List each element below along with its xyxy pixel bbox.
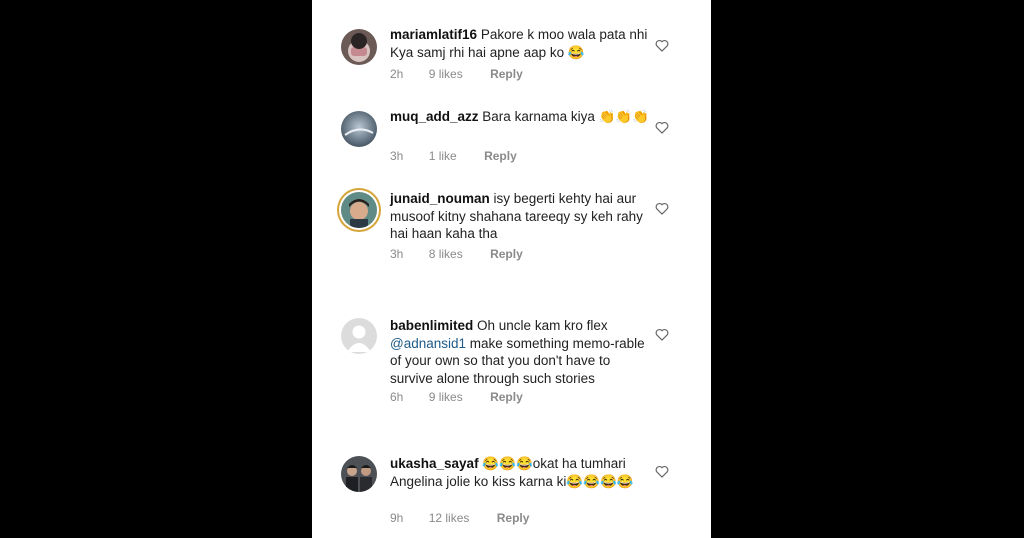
- comment-likes[interactable]: 12 likes: [429, 511, 470, 525]
- avatar[interactable]: [341, 29, 377, 65]
- comment-time: 3h: [390, 247, 404, 261]
- reply-button[interactable]: Reply: [490, 390, 523, 404]
- heart-icon[interactable]: [655, 465, 669, 478]
- heart-icon[interactable]: [655, 121, 669, 134]
- comment-meta: 9h 12 likes Reply: [390, 511, 529, 525]
- comment-text: mariamlatif16 Pakore k moo wala pata nhi…: [390, 26, 652, 61]
- comment-meta: 2h 9 likes Reply: [390, 67, 523, 81]
- comment-text: muq_add_azz Bara karnama kiya 👏👏👏: [390, 108, 652, 126]
- avatar[interactable]: [341, 111, 377, 147]
- heart-icon[interactable]: [655, 202, 669, 215]
- comment-likes[interactable]: 8 likes: [429, 247, 463, 261]
- reply-button[interactable]: Reply: [497, 511, 530, 525]
- reply-button[interactable]: Reply: [484, 149, 517, 163]
- comment-likes[interactable]: 9 likes: [429, 390, 463, 404]
- heart-icon[interactable]: [655, 39, 669, 52]
- comment-body: Bara karnama kiya 👏👏👏: [482, 109, 650, 124]
- avatar[interactable]: [341, 456, 377, 492]
- comment-likes[interactable]: 9 likes: [429, 67, 463, 81]
- comment-likes[interactable]: 1 like: [429, 149, 457, 163]
- comment-time: 3h: [390, 149, 404, 163]
- default-avatar-icon[interactable]: [341, 318, 377, 354]
- mention-link[interactable]: @adnansid1: [390, 336, 466, 351]
- comment-username[interactable]: junaid_nouman: [390, 191, 490, 206]
- heart-icon[interactable]: [655, 328, 669, 341]
- comment-text: babenlimited Oh uncle kam kro flex @adna…: [390, 317, 652, 387]
- comment-meta: 3h 8 likes Reply: [390, 247, 523, 261]
- comment-text: ukasha_sayaf 😂😂😂okat ha tumhari Angelina…: [390, 455, 652, 490]
- comment-username[interactable]: ukasha_sayaf: [390, 456, 479, 471]
- comment-time: 9h: [390, 511, 404, 525]
- comment-time: 2h: [390, 67, 404, 81]
- comment-username[interactable]: mariamlatif16: [390, 27, 477, 42]
- comment-meta: 3h 1 like Reply: [390, 149, 517, 163]
- avatar[interactable]: [341, 192, 377, 228]
- reply-button[interactable]: Reply: [490, 247, 523, 261]
- reply-button[interactable]: Reply: [490, 67, 523, 81]
- comment-username[interactable]: muq_add_azz: [390, 109, 479, 124]
- comment-username[interactable]: babenlimited: [390, 318, 473, 333]
- comment-body: Oh uncle kam kro flex: [477, 318, 608, 333]
- comment-meta: 6h 9 likes Reply: [390, 390, 523, 404]
- comments-panel: mariamlatif16 Pakore k moo wala pata nhi…: [312, 0, 711, 538]
- comment-text: junaid_nouman isy begerti kehty hai aur …: [390, 190, 652, 243]
- comment-time: 6h: [390, 390, 404, 404]
